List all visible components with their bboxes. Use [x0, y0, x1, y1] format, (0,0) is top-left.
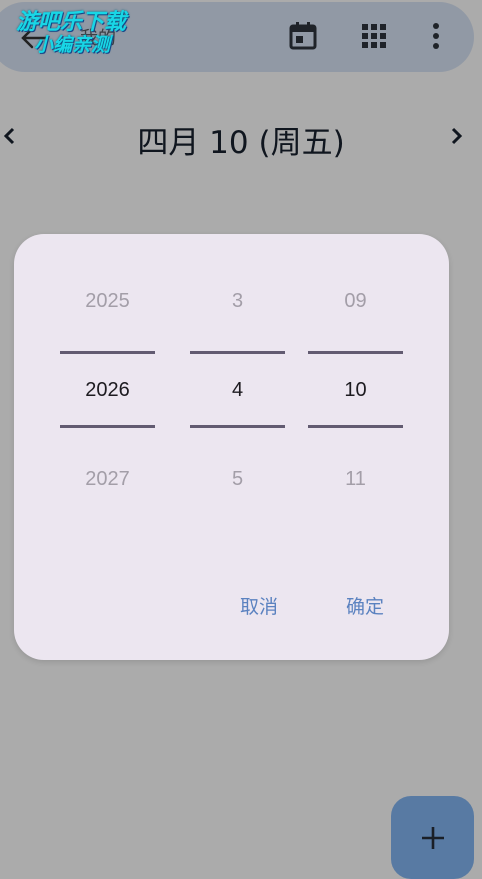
- day-selected[interactable]: 10: [308, 379, 403, 402]
- month-picker[interactable]: 3 4 5: [190, 234, 285, 534]
- year-divider-bottom: [60, 425, 155, 428]
- month-next[interactable]: 5: [190, 468, 285, 491]
- day-next[interactable]: 11: [308, 468, 403, 491]
- year-divider-top: [60, 351, 155, 354]
- month-selected[interactable]: 4: [190, 379, 285, 402]
- add-fab-button[interactable]: [391, 796, 474, 879]
- month-divider-bottom: [190, 425, 285, 428]
- more-options-button[interactable]: [420, 20, 452, 52]
- plus-icon: [422, 827, 444, 849]
- date-title[interactable]: 四月 10 (周五): [0, 117, 482, 162]
- calendar-button[interactable]: [287, 20, 319, 52]
- more-vert-icon: [433, 23, 439, 49]
- watermark-line2: 小编亲测: [34, 34, 111, 56]
- date-navigation: 四月 10 (周五): [0, 113, 482, 163]
- grid-icon: [362, 24, 386, 48]
- grid-view-button[interactable]: [358, 20, 390, 52]
- month-prev[interactable]: 3: [190, 290, 285, 313]
- day-divider-top: [308, 351, 403, 354]
- year-prev[interactable]: 2025: [60, 290, 155, 313]
- year-next[interactable]: 2027: [60, 468, 155, 491]
- chevron-right-icon[interactable]: [446, 121, 466, 151]
- month-divider-top: [190, 351, 285, 354]
- cancel-button[interactable]: 取消: [240, 592, 278, 619]
- day-divider-bottom: [308, 425, 403, 428]
- day-picker[interactable]: 09 10 11: [308, 234, 403, 534]
- confirm-button[interactable]: 确定: [346, 592, 384, 619]
- date-picker-dialog: 2025 2026 2027 3 4 5 09 10 11 取消 确定: [14, 234, 449, 660]
- calendar-icon: [289, 22, 317, 50]
- day-prev[interactable]: 09: [308, 290, 403, 313]
- watermark-logo: 游吧乐下载 小编亲测: [16, 10, 156, 57]
- year-selected[interactable]: 2026: [60, 379, 155, 402]
- year-picker[interactable]: 2025 2026 2027: [60, 234, 155, 534]
- watermark-line1: 游吧乐下载: [16, 10, 127, 35]
